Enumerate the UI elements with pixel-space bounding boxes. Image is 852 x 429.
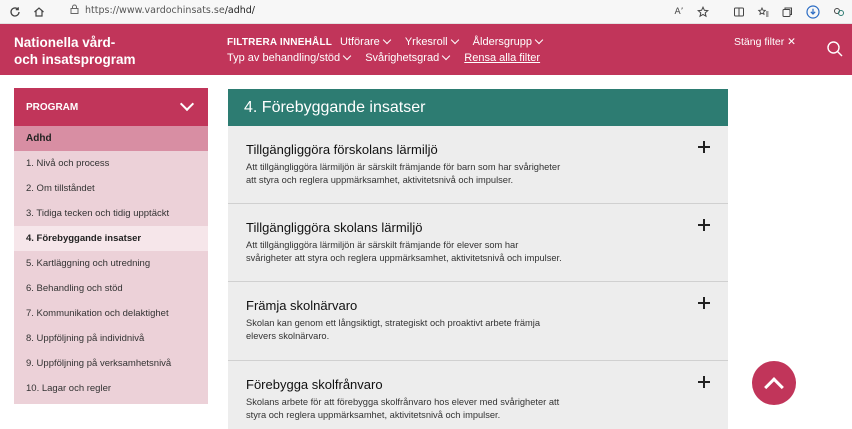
back-to-top-button[interactable] <box>752 361 796 405</box>
sidebar-item[interactable]: 2. Om tillståndet <box>14 176 208 201</box>
filter-yrkesroll[interactable]: Yrkesroll <box>404 35 459 48</box>
collections-icon[interactable] <box>778 3 796 21</box>
sidebar-title: PROGRAM <box>26 101 79 113</box>
program-toggle[interactable]: PROGRAM <box>14 88 208 126</box>
sidebar-program-name[interactable]: Adhd <box>14 126 208 151</box>
chevron-down-icon <box>382 35 391 45</box>
sidebar-item[interactable]: 7. Kommunikation och delaktighet <box>14 301 208 326</box>
search-icon[interactable] <box>826 40 844 58</box>
accordion-text-line: Att tillgängliggöra lärmiljön är särskil… <box>246 162 561 172</box>
favorite-star-icon[interactable] <box>694 3 712 21</box>
accordion-item-forskolans-larmiljo[interactable]: Tillgängliggöra förskolans lärmiljö Att … <box>228 126 728 204</box>
lock-icon <box>70 4 79 17</box>
filter-aldersgrupp[interactable]: Åldersgrupp <box>472 35 544 48</box>
home-icon[interactable] <box>30 3 48 21</box>
accordion-text-line: Skolans arbete för att förebygga skolfrå… <box>246 397 560 407</box>
sidebar-item[interactable]: 5. Kartläggning och utredning <box>14 251 208 276</box>
filter-utforare[interactable]: Utförare <box>340 35 391 48</box>
site-header: Nationella vård- och insatsprogram FILTR… <box>0 24 852 75</box>
chevron-down-icon <box>441 51 451 61</box>
accordion-text-line: Skolan kan genom ett långsiktigt, strate… <box>246 318 541 328</box>
section-title: 4. Förebyggande insatser <box>228 89 728 126</box>
sidebar-list: 1. Nivå och process 2. Om tillståndet 3. T… <box>14 151 208 401</box>
accordion-item-skolans-larmiljo[interactable]: Tillgängliggöra skolans lärmiljö Att til… <box>228 204 728 282</box>
chevron-down-icon <box>342 51 352 61</box>
filter-label: Åldersgrupp <box>472 36 532 48</box>
accordion-title: Förebygga skolfrånvaro <box>246 377 383 392</box>
plus-icon[interactable] <box>698 141 710 153</box>
accordion-text-line: styra och reglera uppmärksamhet, aktivit… <box>246 410 501 420</box>
refresh-icon[interactable] <box>6 3 24 21</box>
address-bar[interactable]: https://www.vardochinsats.se/adhd/ <box>70 4 255 17</box>
extension-icon[interactable] <box>830 3 848 21</box>
accordion-title: Tillgängliggöra förskolans lärmiljö <box>246 142 438 157</box>
plus-icon[interactable] <box>698 376 710 388</box>
accordion-title: Tillgängliggöra skolans lärmiljö <box>246 220 423 235</box>
accordion-text-line: svårigheter att styra och reglera uppmär… <box>246 253 562 263</box>
sidebar-item[interactable]: 8. Uppföljning på individnivå <box>14 326 208 351</box>
brand-line-2: och insatsprogram <box>14 52 136 67</box>
chevron-up-icon <box>764 377 784 397</box>
chevron-down-icon <box>450 35 459 45</box>
plus-icon[interactable] <box>698 297 710 309</box>
url-prefix: https://www.vardochinsats.se <box>85 5 225 16</box>
accordion-text-line: att styra och reglera uppmärksamhet, akt… <box>246 175 514 185</box>
program-sidebar: PROGRAM Adhd 1. Nivå och process 2. Om ti… <box>14 88 208 404</box>
brand-line-1: Nationella vård- <box>14 35 116 50</box>
chevron-down-icon <box>179 96 195 112</box>
plus-icon[interactable] <box>698 219 710 231</box>
chevron-down-icon <box>534 35 544 45</box>
filter-label: Utförare <box>340 36 380 48</box>
filter-row-1: Utförare Yrkesroll Åldersgrupp <box>340 35 554 48</box>
filter-svarighetsgrad[interactable]: Svårighetsgrad <box>365 51 451 64</box>
sidebar-item[interactable]: 1. Nivå och process <box>14 151 208 176</box>
clear-filters-link[interactable]: Rensa alla filter <box>464 52 540 64</box>
accordion-text-line: Att tillgängliggöra lärmiljön är särskil… <box>246 240 519 250</box>
sidebar-item[interactable]: 6. Behandling och stöd <box>14 276 208 301</box>
read-aloud-icon[interactable]: Aʼ <box>670 3 688 21</box>
sidebar-item[interactable]: 3. Tidiga tecken och tidig upptäckt <box>14 201 208 226</box>
filter-behandling[interactable]: Typ av behandling/stöd <box>227 51 352 64</box>
sidebar-item[interactable]: 4. Förebyggande insatser <box>14 226 208 251</box>
browser-toolbar: https://www.vardochinsats.se/adhd/ Aʼ <box>0 0 852 24</box>
favorites-icon[interactable] <box>754 3 772 21</box>
filter-title: FILTRERA INNEHÅLL <box>227 37 333 48</box>
sidebar-item[interactable]: 10. Lagar och regler <box>14 376 208 401</box>
site-logo[interactable]: Nationella vård- och insatsprogram <box>14 34 136 68</box>
accordion-item-skolnarvaro[interactable]: Främja skolnärvaro Skolan kan genom ett … <box>228 282 728 361</box>
accordion-item-skolfranvaro[interactable]: Förebygga skolfrånvaro Skolans arbete fö… <box>228 361 728 429</box>
filter-label: Svårighetsgrad <box>365 52 440 64</box>
close-filter-button[interactable]: Stäng filter ✕ <box>734 36 796 48</box>
split-screen-icon[interactable] <box>730 3 748 21</box>
accordion-text-line: elevers skolnärvaro. <box>246 331 330 341</box>
accordion-title: Främja skolnärvaro <box>246 298 358 313</box>
filter-label: Typ av behandling/stöd <box>227 52 341 64</box>
filter-row-2: Typ av behandling/stöd Svårighetsgrad Re… <box>227 51 552 64</box>
download-icon[interactable] <box>804 3 822 21</box>
filter-label: Yrkesroll <box>404 36 448 48</box>
sidebar-item[interactable]: 9. Uppföljning på verksamhetsnivå <box>14 351 208 376</box>
url-path: /adhd/ <box>224 5 256 16</box>
